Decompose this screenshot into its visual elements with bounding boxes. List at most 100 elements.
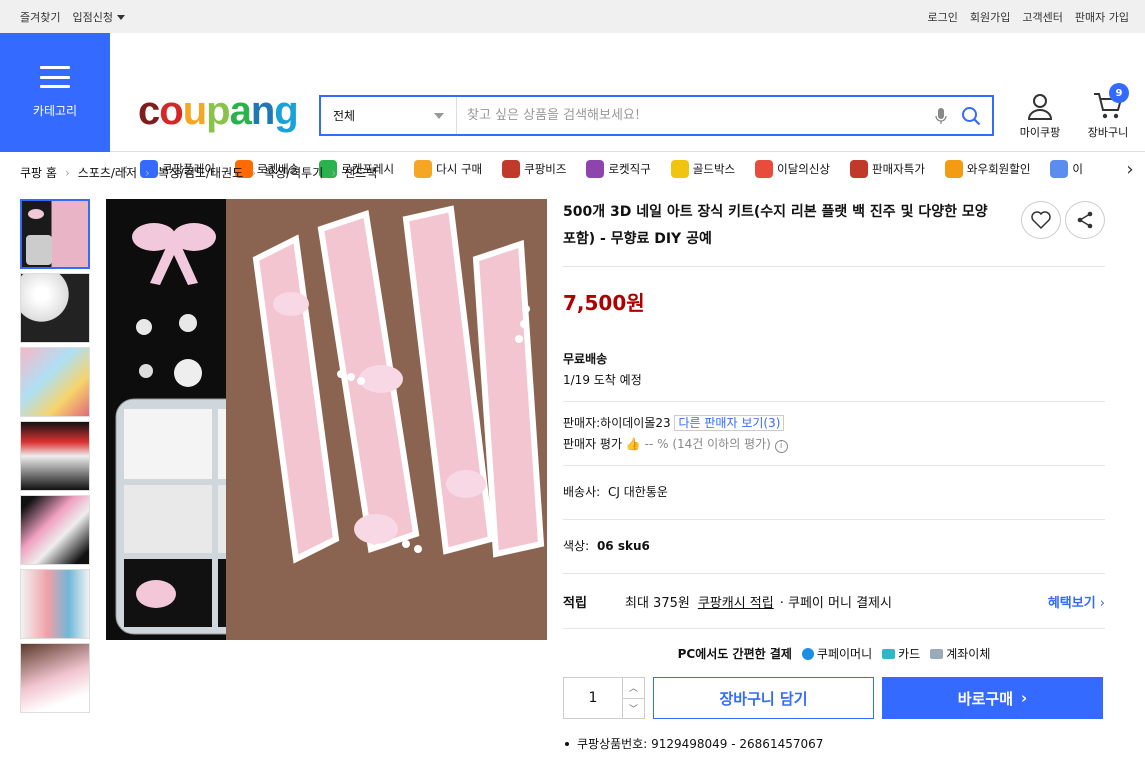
share-button[interactable] — [1065, 201, 1105, 239]
nav-item-3[interactable]: 다시 구매 — [414, 160, 482, 178]
login-link[interactable]: 로그인 — [928, 9, 958, 25]
reward-cash-link[interactable]: 쿠팡캐시 적립 — [698, 592, 774, 611]
mycoupang-button[interactable]: 마이쿠팡 — [1016, 91, 1064, 140]
courier-name: CJ 대한통운 — [608, 485, 668, 499]
divider — [563, 519, 1105, 520]
wow-icon — [944, 160, 963, 178]
option-color[interactable]: 색상: 06 sku6 — [563, 536, 1105, 557]
thumbnail-1[interactable] — [20, 199, 90, 269]
quantity-value[interactable]: 1 — [564, 678, 622, 718]
buy-now-button[interactable]: 바로구매 › — [882, 677, 1103, 719]
seller-info: 판매자:하이데이몰23 다른 판매자 보기(3) 판매자 평가 👍 -- % (… — [563, 413, 1105, 455]
thumbnail-7[interactable] — [20, 643, 90, 713]
nav-item-label: 로켓직구 — [608, 162, 651, 176]
cart-count-badge: 9 — [1109, 83, 1129, 103]
coupon-icon — [1050, 160, 1069, 178]
courier-info: 배송사: CJ 대한통운 — [563, 482, 1105, 503]
customer-center-link[interactable]: 고객센터 — [1022, 9, 1062, 25]
reward-section: 적립 최대 375원 쿠팡캐시 적립 · 쿠페이 머니 결제시 혜택보기 › — [563, 574, 1105, 628]
breadcrumb-item[interactable]: 쿠팡 홈 — [20, 164, 57, 181]
breadcrumb-item[interactable]: 샌드백 — [344, 164, 377, 181]
pay-title: PC에서도 간편한 결제 — [677, 646, 792, 661]
nav-item-label: 다시 구매 — [436, 162, 483, 176]
thumbnail-2[interactable] — [20, 273, 90, 343]
goldbox-icon — [670, 160, 689, 178]
info-icon[interactable]: i — [774, 440, 788, 453]
biz-icon — [502, 160, 521, 178]
global-icon — [586, 160, 605, 178]
other-sellers-button[interactable]: 다른 판매자 보기(3) — [674, 415, 785, 431]
divider — [563, 401, 1105, 402]
seller-name: 하이데이몰23 — [600, 416, 671, 430]
coupang-logo[interactable]: coupang — [138, 91, 299, 131]
seller-signup-link[interactable]: 판매자 가입 — [1075, 9, 1129, 25]
card-icon — [882, 649, 896, 659]
chevron-right-icon: › — [1021, 689, 1028, 707]
seller-rating-value: -- % (14건 이하의 평가) — [644, 437, 771, 451]
search-icon[interactable] — [956, 106, 986, 126]
chevron-right-icon[interactable]: › — [1115, 159, 1145, 180]
thumbnail-3[interactable] — [20, 347, 90, 417]
thumbs-up-icon: 👍 — [625, 437, 641, 451]
nav-item-7[interactable]: 이달의신상 — [755, 160, 830, 178]
product-title: 500개 3D 네일 아트 장식 키트(수지 리본 플랫 백 진주 및 다양한 … — [563, 204, 988, 247]
nav-item-label: 이 — [1072, 162, 1083, 176]
nav-item-label: 이달의신상 — [777, 162, 831, 176]
nav-item-label: 와우회원할인 — [966, 162, 1031, 176]
account-label: 계좌이체 — [946, 646, 991, 661]
search-scope-select[interactable]: 전체 — [321, 97, 457, 134]
add-to-cart-button[interactable]: 장바구니 담기 — [653, 677, 874, 719]
shipping-info: 무료배송 1/19 도착 예정 — [563, 349, 1105, 391]
thumbnail-5[interactable] — [20, 495, 90, 565]
quantity-down-icon[interactable]: ﹀ — [623, 699, 644, 719]
voice-search-icon[interactable] — [926, 107, 956, 125]
nav-item-6[interactable]: 골드박스 — [670, 160, 736, 178]
breadcrumb-item[interactable]: 스포츠/레저 — [78, 164, 137, 181]
thumbnail-6[interactable] — [20, 569, 90, 639]
purchase-row: 1 ︿ ﹀ 장바구니 담기 바로구매 › — [563, 677, 1105, 719]
breadcrumb-item[interactable]: 복싱/검도/태권도 — [158, 164, 243, 181]
nav-item-5[interactable]: 로켓직구 — [586, 160, 651, 178]
coupay-label: 쿠페이머니 — [816, 646, 873, 661]
cart-button[interactable]: 9 장바구니 — [1084, 83, 1132, 140]
signup-link[interactable]: 회원가입 — [970, 9, 1010, 25]
product-info-panel: 500개 3D 네일 아트 장식 키트(수지 리본 플랫 백 진주 및 다양한 … — [563, 199, 1105, 752]
nav-item-4[interactable]: 쿠팡비즈 — [502, 160, 566, 178]
courier-label: 배송사: — [563, 485, 601, 499]
dropdown-caret-icon — [116, 15, 125, 20]
payment-methods: PC에서도 간편한 결제 쿠페이머니 카드 계좌이체 — [563, 629, 1105, 677]
reward-more-link[interactable]: 혜택보기 › — [1048, 592, 1105, 611]
thumbnail-list — [20, 199, 90, 717]
color-value: 06 sku6 — [596, 539, 650, 553]
account-transfer: 계좌이체 — [930, 645, 990, 662]
mycoupang-label: 마이쿠팡 — [1019, 126, 1061, 139]
nav-item-label: 골드박스 — [692, 162, 736, 176]
divider — [563, 266, 1105, 267]
nav-item-8[interactable]: 판매자특가 — [850, 160, 925, 178]
wishlist-button[interactable] — [1021, 201, 1061, 239]
coupay-money: 쿠페이머니 — [801, 645, 873, 662]
main-product-image[interactable] — [106, 199, 547, 640]
nav-item-9[interactable]: 와우회원할인 — [944, 160, 1031, 178]
breadcrumb-item[interactable]: 복싱/격투기 — [264, 164, 323, 181]
seller-apply-menu[interactable]: 입점신청 — [72, 9, 125, 25]
category-label: 카테고리 — [32, 104, 78, 118]
search-bar: 전체 — [319, 95, 994, 136]
reward-more-label: 혜택보기 — [1047, 595, 1096, 611]
category-button[interactable]: 카테고리 — [0, 33, 110, 152]
bookmark-link[interactable]: 즐겨찾기 — [20, 9, 60, 25]
breadcrumb-separator-icon: › — [331, 165, 337, 180]
seller-apply-label: 입점신청 — [72, 10, 113, 24]
thumbnail-4[interactable] — [20, 421, 90, 491]
quantity-up-icon[interactable]: ︿ — [623, 678, 644, 699]
nav-item-10[interactable]: 이 — [1050, 160, 1083, 178]
quantity-stepper[interactable]: 1 ︿ ﹀ — [563, 677, 645, 719]
card-label: 카드 — [898, 646, 921, 661]
free-shipping-label: 무료배송 — [563, 352, 608, 366]
search-input[interactable] — [457, 108, 926, 123]
card-payment: 카드 — [882, 645, 920, 662]
search-scope-value: 전체 — [333, 109, 356, 123]
seller-label: 판매자: — [563, 416, 601, 430]
buy-now-label: 바로구매 — [957, 689, 1013, 708]
main-header: 카테고리 coupang 전체 마이쿠팡 9 장바구니 ‹ 쿠팡플레이로켓배송로… — [0, 33, 1145, 180]
